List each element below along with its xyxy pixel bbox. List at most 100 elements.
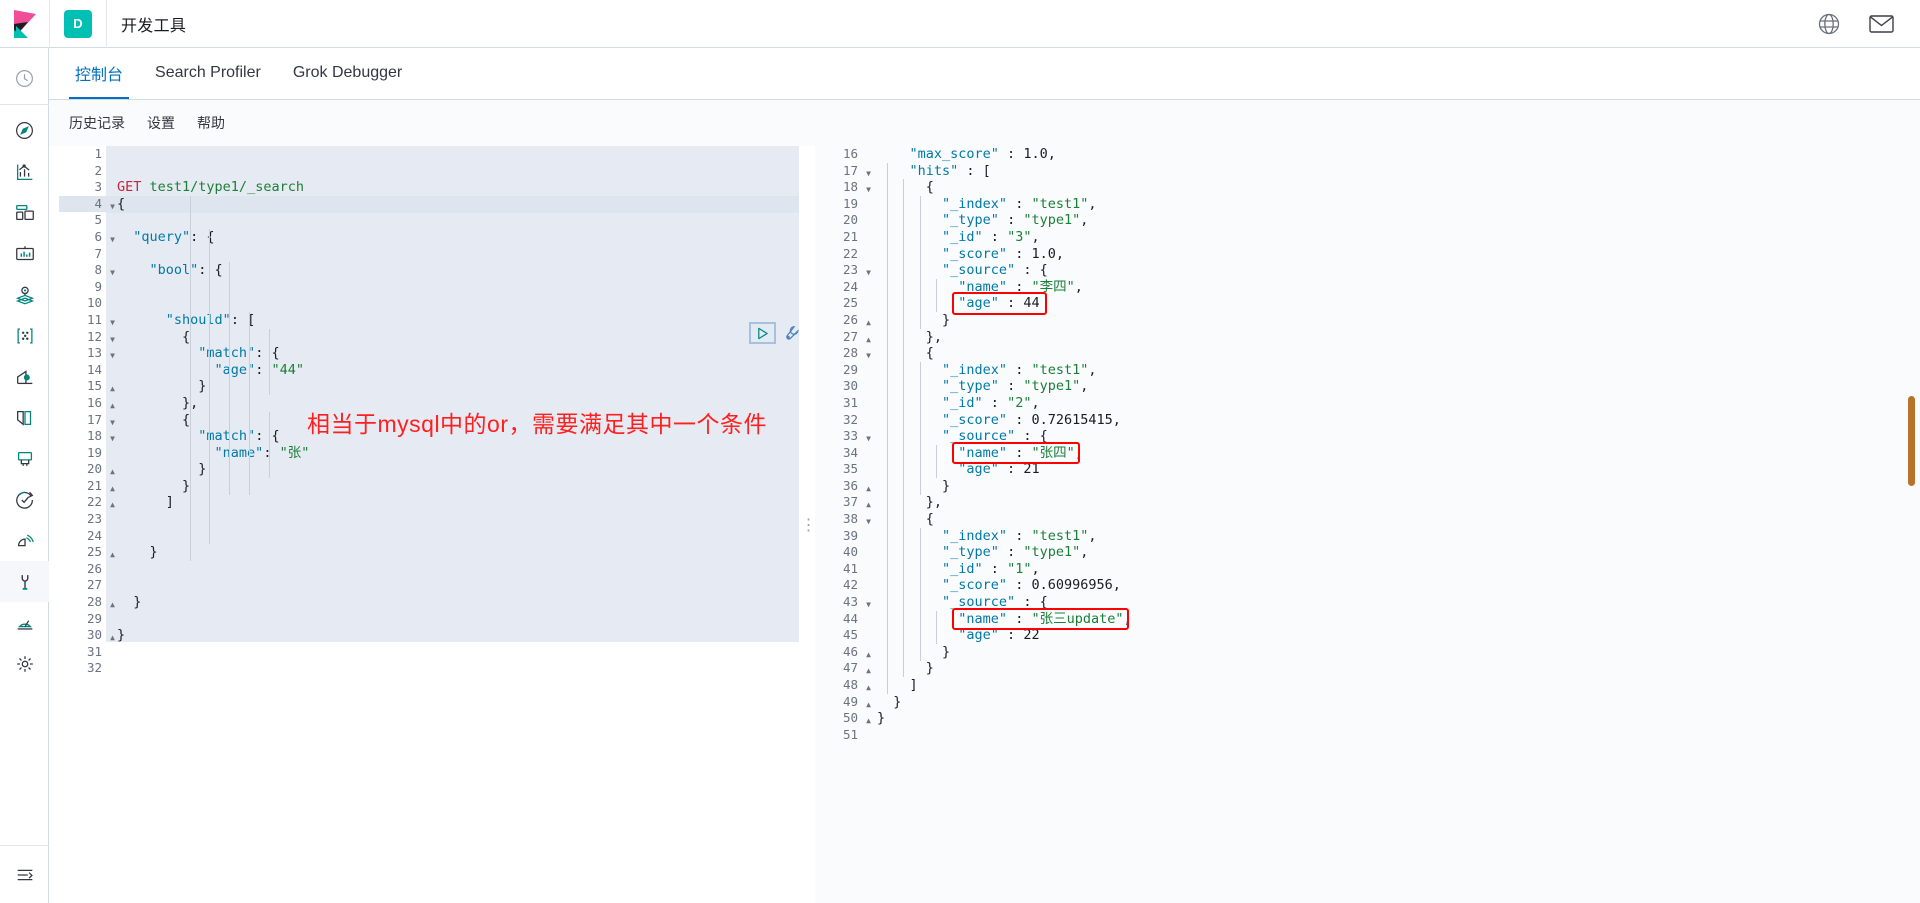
line-number: 25 ▲ [86,544,115,560]
line-number: 12 ▼ [86,328,115,344]
line-number: 42 [842,577,858,593]
sidebar-item-logs[interactable] [0,397,49,438]
code-line: ] [877,677,918,693]
management-icon [16,655,33,672]
request-editor-pane[interactable]: 1 2 3 4 ▼ 5 6 ▼ 7 8 ▼ 9 10 11 ▼ 12 ▼ 13 ▼ 14 15 ▲ 16 ▲ 17 ▼ 18 ▼ 19 2… [49,146,801,903]
sidebar-item-dashboard[interactable] [0,192,49,233]
line-number: 48 ▲ [842,677,871,692]
code-line: { [877,511,934,528]
siem-icon [17,533,34,546]
line-number: 15 ▲ [86,378,115,394]
code-line: } [117,378,207,395]
sidebar-item-management[interactable] [0,643,49,684]
code-line: { [117,328,191,345]
request-editor[interactable]: 1 2 3 4 ▼ 5 6 ▼ 7 8 ▼ 9 10 11 ▼ 12 ▼ 13 ▼ 14 15 ▲ 16 ▲ 17 ▼ 18 ▼ 19 2… [59,146,801,903]
line-number: 36 ▲ [842,477,871,493]
response-editor[interactable]: 16 17 ▼ 18 ▼ 19 20 21 22 23 ▼ 24 25 26 ▲ 27 ▲ 28 ▼ 29 30 31 32… [815,146,1920,903]
line-number: 33 ▼ [842,428,871,444]
code-line: "_type" : "type1", [942,378,1089,395]
indent-guide [269,411,270,478]
line-number: 16 [842,146,858,161]
sidebar-item-dev-tools[interactable] [0,561,49,602]
line-number: 18 ▼ [842,179,871,195]
line-number: 51 [842,726,858,742]
sidebar-item-discover[interactable] [0,110,49,151]
sidebar-item-siem[interactable] [0,520,49,561]
sidebar-item-machine-learning[interactable] [0,315,49,356]
uptime-icon [15,491,33,509]
line-number: 32 [86,660,102,676]
code-line: "_index" : "test1", [942,527,1097,544]
line-number: 5 [94,212,102,228]
tab-search-profiler[interactable]: Search Profiler [139,47,277,99]
code-line: "max_score" : 1.0, [909,146,1056,162]
request-code[interactable]: GET test1/type1/_search{ "query": { "boo… [117,146,801,903]
kibana-logo-cell[interactable] [0,0,49,48]
tab-console[interactable]: 控制台 [59,47,139,99]
line-number: 17 ▼ [842,162,871,178]
request-gutter[interactable]: 1 2 3 4 ▼ 5 6 ▼ 7 8 ▼ 9 10 11 ▼ 12 ▼ 13 ▼ 14 15 ▲ 16 ▲ 17 ▼ 18 ▼ 19 2… [59,146,115,903]
sidebar-item-maps[interactable] [0,274,49,315]
console-subnav: 历史记录 设置 帮助 [49,100,1920,146]
collapse-nav-button[interactable] [0,854,49,895]
code-line: "_type" : "type1", [942,544,1089,561]
sidebar-item-monitoring[interactable] [0,602,49,643]
response-pane[interactable]: 16 17 ▼ 18 ▼ 19 20 21 22 23 ▼ 24 25 26 ▲ 27 ▲ 28 ▼ 29 30 31 32… [815,146,1920,903]
line-number: 11 ▼ [86,311,115,327]
line-number: 17 ▼ [86,411,115,427]
sidebar-item-apm[interactable] [0,438,49,479]
indent-guide [935,444,937,478]
line-number: 32 [842,411,858,427]
space-avatar[interactable]: D [64,9,92,38]
line-number: 50 ▲ [842,710,871,726]
code-line: "should": [ [165,311,256,328]
line-number: 30 ▲ [86,627,115,643]
line-number: 40 [842,544,858,560]
help-icon[interactable] [1816,11,1842,37]
code-line: { [877,345,934,362]
indent-guide [190,195,191,561]
pane-splitter[interactable]: ⋮ [801,146,817,903]
app-header: D 开发工具 [0,0,1920,48]
indent-guide [935,610,937,644]
maps-icon [15,286,34,304]
subnav-settings[interactable]: 设置 [147,113,175,133]
response-scrollbar-thumb[interactable] [1908,396,1915,486]
code-line: "_index" : "test1", [942,195,1097,212]
subnav-help[interactable]: 帮助 [197,113,225,133]
rail-divider-2 [0,845,49,846]
code-line: }, [877,328,943,345]
sidebar-item-infrastructure[interactable] [0,356,49,397]
sidebar-item-visualize[interactable] [0,151,49,192]
code-line: GET test1/type1/_search [117,179,304,196]
response-code[interactable]: "max_score" : 1.0, "hits" : [ { "_index"… [877,146,1920,903]
line-number: 29 [842,361,858,377]
line-number: 22 ▲ [86,494,115,510]
response-scrollbar[interactable] [1908,146,1918,903]
code-line: "_id" : "1", [942,560,1040,577]
code-line: } [117,544,158,561]
tab-grok-debugger[interactable]: Grok Debugger [277,47,418,99]
code-line: } [117,627,126,644]
line-number: 7 [94,245,102,261]
code-line: "_score" : 1.0, [942,245,1064,262]
sidebar-item-uptime[interactable] [0,479,49,520]
indent-guide [919,527,921,661]
wrench-icon[interactable] [782,323,801,343]
sidebar-item-canvas[interactable] [0,233,49,274]
collapse-nav-icon [17,869,33,880]
line-number: 19 [86,444,102,460]
logs-icon [16,410,31,426]
dev-tools-tabs: 控制台 Search Profiler Grok Debugger [49,48,1920,100]
mail-icon[interactable] [1868,11,1894,37]
line-number: 26 ▲ [842,311,871,327]
subnav-history[interactable]: 历史记录 [69,113,125,133]
sidebar-item-recently-viewed[interactable] [0,58,49,99]
run-query-button[interactable] [749,322,776,344]
discover-icon [16,122,33,139]
indent-guide [269,328,270,395]
indent-guide [887,162,889,694]
